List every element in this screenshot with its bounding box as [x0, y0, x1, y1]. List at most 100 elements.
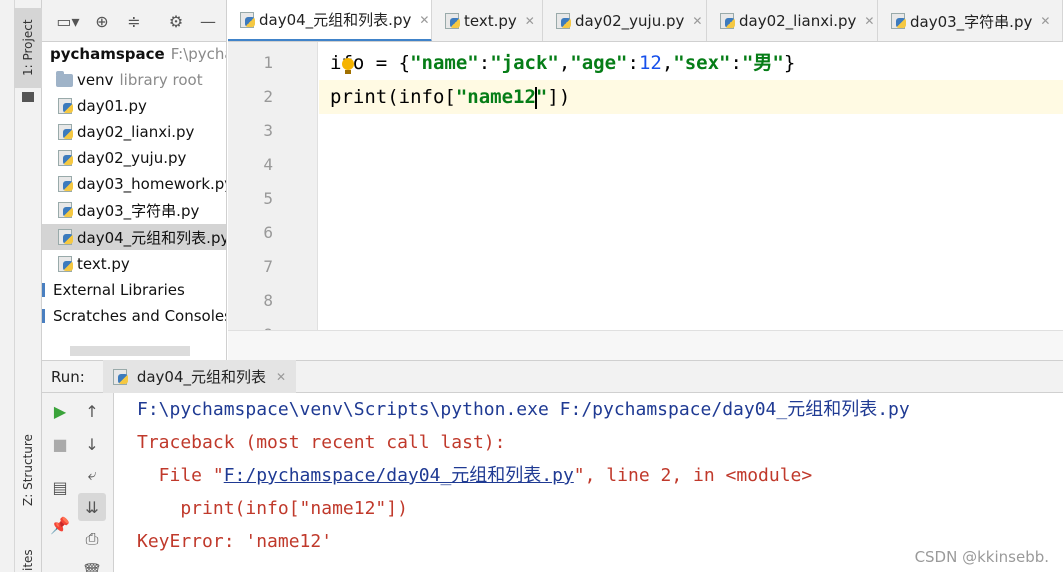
traceback-file-link[interactable]: F:/pychamspace/day04_元组和列表.py — [224, 465, 574, 486]
tree-item-day02-yuju[interactable]: day02_yuju.py — [42, 145, 226, 171]
editor-tab-day04[interactable]: day04_元组和列表.py ✕ — [228, 0, 432, 41]
tree-item-label: day02_yuju.py — [77, 149, 187, 167]
collapse-all-icon[interactable]: ≑ — [124, 11, 144, 31]
tree-item-text[interactable]: text.py — [42, 251, 226, 277]
root-folder-name: pychamspace — [50, 45, 165, 63]
tree-item-external-libraries[interactable]: External Libraries — [42, 277, 226, 303]
gear-icon[interactable]: ⚙ — [166, 11, 186, 31]
horizontal-scrollbar[interactable] — [70, 346, 190, 356]
project-window-icon — [22, 92, 34, 102]
tree-item-label: day03_homework.py — [77, 175, 227, 193]
print-icon[interactable]: ⎙ — [78, 525, 106, 553]
editor-tab-day02-lianxi[interactable]: day02_lianxi.py ✕ — [708, 0, 878, 41]
console-source-line: print(info["name12"]) — [137, 498, 408, 519]
run-tab[interactable]: day04_元组和列表 ✕ — [102, 360, 297, 393]
soft-wrap-icon[interactable]: ⤶ — [78, 461, 106, 489]
left-tool-strip: 1: Project Z: Structure ites — [0, 0, 42, 572]
console-command-line: F:\pychamspace\venv\Scripts\python.exe F… — [137, 399, 910, 420]
tree-item-day02-lianxi[interactable]: day02_lianxi.py — [42, 119, 226, 145]
tree-item-label: day01.py — [77, 97, 147, 115]
tree-item-label: External Libraries — [53, 281, 185, 299]
string-token: "age" — [570, 52, 628, 74]
tab-label: day02_yuju.py — [575, 12, 685, 30]
locate-file-icon[interactable]: ⊕ — [92, 11, 112, 31]
python-file-icon — [58, 124, 74, 140]
trash-icon[interactable]: 🗑 — [78, 557, 106, 572]
python-file-icon — [720, 13, 736, 29]
code-line-2[interactable]: print(info["name12"]) — [319, 80, 1063, 114]
code-editor[interactable]: ifo = {"name":"jack","age":12,"sex":"男"}… — [319, 42, 1063, 330]
python-file-icon — [240, 11, 256, 28]
run-panel-header: Run: day04_元组和列表 ✕ — [42, 360, 1063, 393]
python-icon — [112, 368, 129, 385]
line-number: 4 — [263, 155, 273, 174]
run-console[interactable]: F:\pychamspace\venv\Scripts\python.exe F… — [115, 393, 1063, 572]
hide-panel-icon[interactable]: — — [198, 11, 218, 31]
close-icon[interactable]: ✕ — [419, 13, 429, 27]
tab-label: text.py — [464, 12, 517, 30]
project-toolbar: ▭▾ ⊕ ≑ ⚙ — — [42, 0, 226, 42]
close-icon[interactable]: ✕ — [864, 14, 874, 28]
library-icon — [42, 283, 50, 297]
number-token: 12 — [638, 52, 662, 74]
tree-item-label: day04_元组和列表.py — [77, 228, 227, 247]
python-file-icon — [445, 13, 461, 29]
structure-tool-tab[interactable]: Z: Structure — [14, 420, 42, 520]
scroll-up-icon[interactable]: ↑ — [78, 397, 106, 425]
string-token: " — [535, 86, 548, 108]
editor-bottom-area — [228, 330, 1063, 360]
python-file-icon — [556, 13, 572, 29]
close-icon[interactable]: ✕ — [525, 14, 535, 28]
tree-root[interactable]: pychamspace F:\pychar — [42, 41, 226, 67]
project-tool-tab[interactable]: 1: Project — [14, 8, 42, 88]
tree-item-day01[interactable]: day01.py — [42, 93, 226, 119]
console-text: ", line 2, in <module> — [573, 465, 813, 486]
line-number: 9 — [228, 318, 273, 330]
python-file-icon — [58, 98, 74, 114]
editor-tab-text[interactable]: text.py ✕ — [433, 0, 543, 41]
editor-tab-day02-yuju[interactable]: day02_yuju.py ✕ — [544, 0, 707, 41]
stop-icon[interactable]: ■ — [46, 430, 74, 458]
tree-item-scratches[interactable]: Scratches and Consoles — [42, 303, 227, 329]
run-toolbar: ▶ ↑ ■ ↓ ⤶ ▤ ⇊ 📌 ⎙ 🗑 — [42, 393, 114, 572]
tree-item-label: Scratches and Consoles — [53, 307, 227, 325]
scroll-down-icon[interactable]: ↓ — [78, 430, 106, 458]
tree-item-venv[interactable]: venv library root — [42, 67, 226, 93]
code-token: , — [558, 52, 571, 74]
tree-item-day03-string[interactable]: day03_字符串.py — [42, 197, 226, 223]
scroll-to-end-icon[interactable]: ⇊ — [78, 493, 106, 521]
tab-label: day02_lianxi.py — [739, 12, 857, 30]
code-token: : — [627, 52, 639, 74]
rerun-icon[interactable]: ▶ — [46, 397, 74, 425]
tree-item-day04[interactable]: day04_元组和列表.py — [42, 224, 227, 250]
intention-bulb-icon[interactable] — [341, 58, 355, 76]
line-number-gutter: 1 2 3 4 5 6 7 8 9 — [228, 42, 318, 330]
close-icon[interactable]: ✕ — [692, 14, 702, 28]
python-file-icon — [58, 150, 74, 166]
console-error-line: KeyError: 'name12' — [137, 531, 333, 552]
run-tab-label: day04_元组和列表 — [136, 368, 267, 386]
layout-icon[interactable]: ▤ — [46, 473, 74, 501]
code-line-1[interactable]: ifo = {"name":"jack","age":12,"sex":"男"} — [330, 46, 795, 80]
line-number: 6 — [263, 223, 273, 242]
tree-item-day03-homework[interactable]: day03_homework.py — [42, 171, 227, 197]
tree-item-label: day02_lianxi.py — [77, 123, 195, 141]
code-token: } — [783, 52, 796, 74]
python-file-icon — [891, 13, 907, 29]
line-number: 7 — [263, 257, 273, 276]
string-token: "sex" — [673, 52, 731, 74]
line-number: 8 — [263, 291, 273, 310]
pin-icon[interactable]: 📌 — [46, 511, 74, 539]
code-token: : — [730, 52, 742, 74]
close-icon[interactable]: ✕ — [1040, 14, 1050, 28]
scratches-icon — [42, 309, 50, 323]
close-icon[interactable]: ✕ — [276, 370, 286, 384]
run-label: Run: — [51, 367, 85, 386]
project-view-dropdown-icon[interactable]: ▭▾ — [54, 11, 82, 31]
editor-tab-day03-string[interactable]: day03_字符串.py ✕ — [879, 0, 1063, 41]
python-file-icon — [58, 176, 74, 192]
root-folder-path: F:\pychar — [170, 45, 226, 63]
code-token: i — [330, 52, 342, 74]
favorites-tool-tab[interactable]: ites — [14, 540, 42, 572]
line-number: 1 — [263, 53, 273, 72]
